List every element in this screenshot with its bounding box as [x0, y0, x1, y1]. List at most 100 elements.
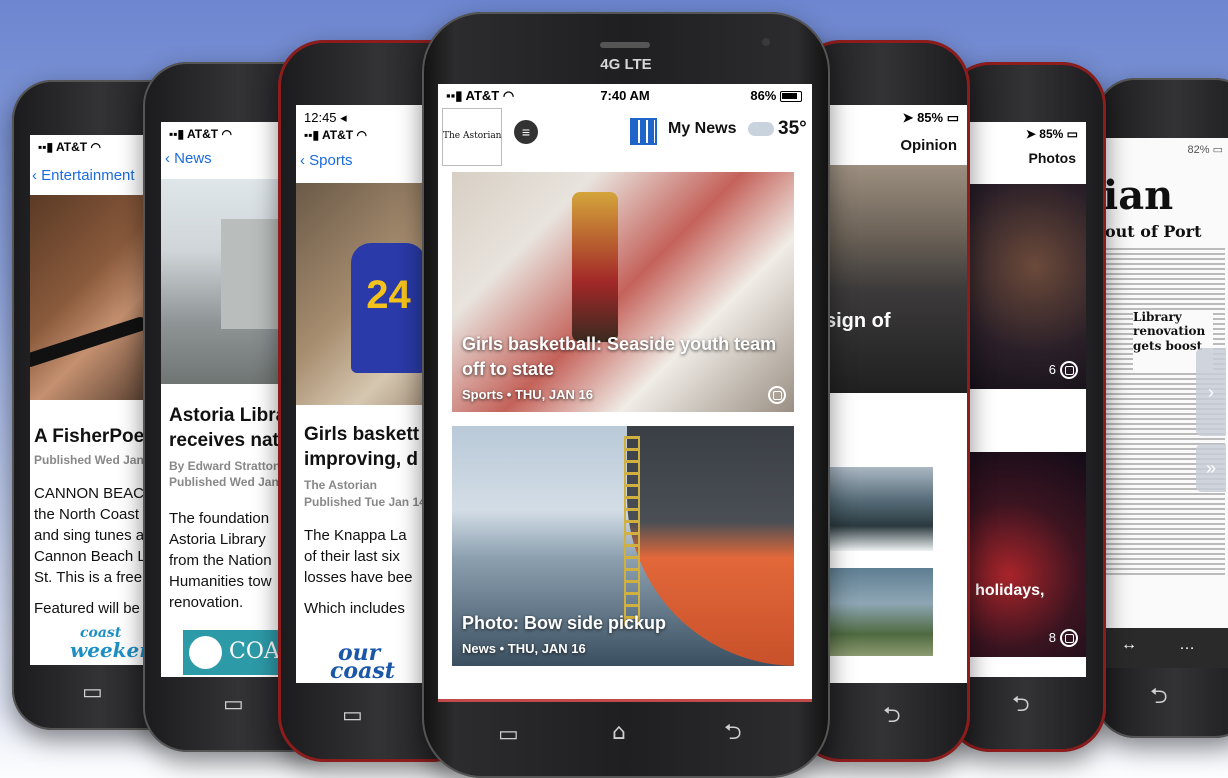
camera-icon: [762, 38, 770, 46]
brand-logo-text: The Astorian: [443, 131, 502, 141]
card-headline: Girls basketball: Seaside youth team off…: [462, 334, 777, 379]
carrier-label: AT&T: [187, 127, 219, 141]
microphone-icon: [30, 315, 149, 369]
carrier-label: AT&T: [322, 128, 354, 142]
back-button[interactable]: ‹ Sports: [300, 152, 353, 169]
expand-icon[interactable]: ↔: [1121, 636, 1137, 654]
card-section: Sports: [462, 387, 504, 402]
status-bar: ➤ 85% ▭: [902, 110, 959, 125]
title-line: improving, d: [304, 448, 418, 470]
more-icon[interactable]: …: [1179, 636, 1195, 654]
body-line: losses have bee: [304, 569, 413, 586]
trophy: [572, 192, 618, 342]
article-meta: Published Tue Jan 14: [304, 495, 426, 509]
sub-line: Library: [1133, 310, 1182, 324]
logo-weekend: weeken: [70, 638, 154, 662]
body-line: The Knappa La: [304, 527, 407, 544]
title-line: Astoria Libra: [169, 405, 287, 426]
article-byline: The Astorian: [304, 478, 377, 492]
battery-label: 85%: [917, 110, 944, 125]
menu-key-icon[interactable]: ▭: [82, 682, 103, 704]
menu-key-icon[interactable]: ▭: [342, 705, 363, 727]
body-line: and sing tunes a: [34, 527, 145, 544]
menu-key-icon[interactable]: ▭: [498, 724, 519, 746]
sub-line: renovation: [1133, 324, 1206, 339]
wifi-icon: ◠: [221, 127, 232, 141]
coast-photo: [825, 467, 933, 551]
wifi-icon: ◠: [356, 128, 367, 142]
my-news-grid-icon[interactable]: [630, 118, 657, 145]
gallery-photo: 6: [958, 184, 1086, 389]
next-button[interactable]: ›: [1196, 348, 1226, 436]
article-title: Astoria Libra receives nat: [169, 404, 286, 453]
speaker-grille: [600, 42, 650, 48]
battery-group: 86%: [750, 88, 802, 103]
eedition-toolbar: ↔ …: [1101, 628, 1228, 668]
weather-icon[interactable]: [748, 122, 774, 136]
battery-label: 85%: [1039, 127, 1064, 141]
newspaper-headline: out of Port: [1105, 222, 1202, 241]
card-caption: Girls basketball: Seaside youth team off…: [462, 332, 782, 402]
article-meta: Published Wed Jan 15: [34, 453, 161, 467]
temperature-label[interactable]: 35°: [778, 118, 807, 140]
gallery-icon: [1060, 629, 1078, 647]
card-date: THU, JAN 16: [507, 641, 586, 656]
photo-count: 6: [1048, 362, 1056, 377]
article-body: CANNON BEAC the North Coast and sing tun…: [34, 483, 146, 619]
back-key-icon[interactable]: ⮌: [724, 722, 742, 744]
jersey: 24: [351, 243, 426, 373]
article-meta: Published Wed Jan: [169, 475, 279, 489]
article-card[interactable]: Photo: Bow side pickup News • THU, JAN 1…: [452, 426, 794, 666]
body-line: of their last six: [304, 548, 400, 565]
gallery-icon: [1060, 361, 1078, 379]
back-key-icon[interactable]: ⮌: [1012, 694, 1030, 716]
body-line: Astoria Library: [169, 531, 266, 548]
phone-photos-screen: ➤ 85% ▭ Photos 6 he holidays, 8: [958, 122, 1086, 677]
battery-label: 82%: [1187, 144, 1210, 156]
card-caption: Photo: Bow side pickup News • THU, JAN 1…: [462, 611, 782, 656]
hamburger-icon: ≡: [521, 124, 531, 140]
body-line: CANNON BEAC: [34, 485, 145, 502]
phone-main-screen: ▪▪▮ AT&T ◠ 7:40 AM 86% The Astorian ≡ My…: [438, 84, 812, 702]
article-title: A FisherPoet: [34, 426, 151, 447]
article-card[interactable]: Girls basketball: Seaside youth team off…: [452, 172, 794, 412]
last-button[interactable]: »: [1196, 444, 1226, 492]
battery-icon: [780, 91, 802, 103]
card-tag: Sports • THU, JAN 16: [462, 387, 593, 402]
body-line: Featured will be: [34, 600, 140, 617]
card-tag: News • THU, JAN 16: [462, 641, 586, 656]
body-line: Humanities tow: [169, 573, 272, 590]
menu-key-icon[interactable]: ▭: [223, 694, 244, 716]
battery-label: 86%: [750, 88, 777, 103]
my-news-link[interactable]: My News: [668, 120, 736, 138]
back-key-icon[interactable]: ⮌: [1150, 686, 1168, 708]
body-line: Cannon Beach L: [34, 548, 146, 565]
card-date: THU, JAN 16: [514, 387, 593, 402]
back-button[interactable]: ‹ Entertainment: [32, 167, 135, 184]
section-header: Photos: [1028, 150, 1076, 166]
menu-button[interactable]: ≡: [514, 120, 538, 144]
back-label: Entertainment: [41, 167, 135, 184]
status-bar: ➤ 85% ▭: [1025, 127, 1078, 141]
photo-caption: he holidays,: [958, 582, 1045, 599]
gallery-icon: [768, 386, 786, 404]
app-header: The Astorian ≡ My News 35°: [438, 106, 812, 166]
signal-icon: ▪▪▮: [304, 128, 320, 142]
home-key-icon[interactable]: ⌂: [612, 722, 626, 744]
status-bar: ▪▪▮ AT&T ◠ 7:40 AM 86%: [438, 84, 812, 106]
card-section: News: [462, 641, 496, 656]
phone-opinion-screen: ➤ 85% ▭ Opinion sign of: [825, 105, 967, 683]
body-line: St. This is a free: [34, 569, 143, 586]
section-header: Opinion: [900, 137, 957, 154]
body-line: renovation.: [169, 594, 244, 611]
newspaper-masthead: ian: [1103, 172, 1174, 219]
body-line: from the Nation: [169, 552, 272, 569]
article-title: Girls baskett improving, d: [304, 423, 419, 472]
brand-logo[interactable]: The Astorian: [442, 108, 502, 166]
network-label: 4G LTE: [600, 56, 652, 73]
back-key-icon[interactable]: ⮌: [883, 705, 901, 727]
back-button[interactable]: ‹ News: [165, 150, 212, 167]
body-line: the North Coast: [34, 506, 140, 523]
photo-count: 8: [1048, 630, 1056, 645]
body-line: Which includes: [304, 600, 405, 617]
